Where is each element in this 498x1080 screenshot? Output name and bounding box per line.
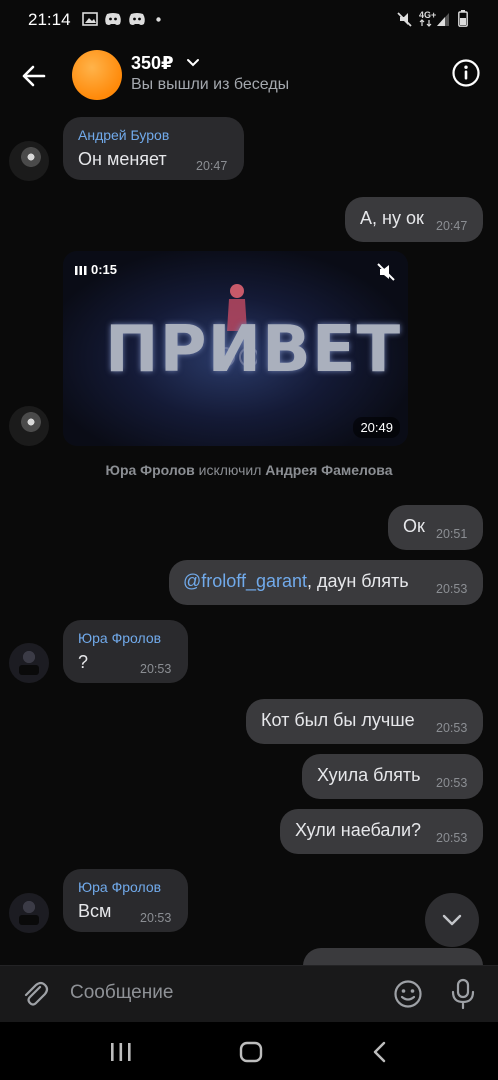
message-sender[interactable]: Андрей Буров	[78, 127, 169, 143]
message-text: Хули наебали?	[295, 820, 422, 840]
message-bubble-incoming[interactable]: Юра Фролов ? 20:53	[63, 620, 188, 683]
system-message: Юра Фролов исключил Андрея Фамелова	[0, 462, 498, 478]
message-time: 20:47	[436, 219, 468, 233]
message-bubble-outgoing[interactable]: А, ну ок 20:47	[345, 197, 483, 242]
data-arrows-icon	[419, 19, 432, 27]
message-time: 20:47	[196, 159, 228, 173]
microphone-icon[interactable]	[450, 978, 476, 1010]
message-text: Хуила блять	[317, 765, 421, 785]
info-icon[interactable]	[451, 58, 481, 88]
message-text: ?	[78, 652, 89, 672]
dot-icon	[156, 17, 161, 22]
message-text: Он меняет	[78, 149, 167, 169]
chat-header: 350₽ Вы вышли из беседы	[0, 40, 498, 110]
avatar[interactable]	[9, 141, 49, 181]
message-bubble-incoming[interactable]: Юра Фролов Всм 20:53	[63, 869, 188, 932]
video-message[interactable]: ПРИВЕТ 0:15 20:49	[63, 251, 408, 446]
message-bubble-outgoing[interactable]: Хули наебали? 20:53	[280, 809, 483, 854]
audio-bars-icon	[75, 266, 87, 275]
avatar[interactable]	[9, 643, 49, 683]
scroll-down-button[interactable]	[425, 893, 479, 947]
video-duration: 0:15	[91, 262, 118, 277]
message-time: 20:53	[140, 911, 172, 925]
system-actor[interactable]: Юра Фролов	[106, 462, 195, 478]
back-nav-icon[interactable]	[372, 1041, 388, 1063]
discord-notify-icon	[129, 13, 145, 25]
message-sender[interactable]: Юра Фролов	[78, 630, 161, 646]
message-bubble-outgoing[interactable]: Кот был бы лучше 20:53	[246, 699, 483, 744]
message-time: 20:53	[436, 582, 468, 596]
smile-icon[interactable]	[393, 979, 423, 1009]
message-time: 20:53	[436, 721, 468, 735]
chevron-down-icon[interactable]	[186, 55, 200, 69]
message-bubble-outgoing[interactable]: Ок 20:51	[388, 505, 483, 550]
home-icon[interactable]	[239, 1041, 263, 1063]
recent-apps-icon[interactable]	[110, 1042, 132, 1062]
chat-subtitle: Вы вышли из беседы	[131, 76, 290, 93]
chat-title[interactable]: 350₽	[131, 53, 174, 74]
chevron-down-icon	[442, 914, 462, 926]
message-time: 20:51	[436, 527, 468, 541]
volume-mute-icon[interactable]	[376, 262, 396, 282]
avatar[interactable]	[9, 406, 49, 446]
message-time: 20:49	[353, 417, 400, 438]
gallery-icon	[82, 12, 98, 26]
discord-icon	[105, 13, 121, 25]
message-bubble-outgoing[interactable]: @froloff_garant, даун блять 20:53	[169, 560, 483, 605]
mute-icon	[397, 12, 412, 27]
system-action: исключил	[198, 462, 262, 478]
message-bubble-outgoing[interactable]: Хуила блять 20:53	[302, 754, 483, 799]
message-text: Ок	[403, 516, 425, 536]
message-text: Кот был бы лучше	[261, 710, 415, 730]
message-time: 20:53	[436, 776, 468, 790]
avatar[interactable]	[9, 893, 49, 933]
message-list[interactable]: Андрей Буров Он меняет 20:47 А, ну ок 20…	[0, 110, 498, 965]
message-input[interactable]: Сообщение	[70, 982, 173, 1004]
message-text: Всм	[78, 901, 112, 921]
message-bubble-outgoing-partial[interactable]	[303, 948, 483, 965]
arrow-left-icon[interactable]	[18, 60, 50, 92]
message-text-rest: , даун блять	[307, 571, 409, 591]
message-bubble-incoming[interactable]: Андрей Буров Он меняет 20:47	[63, 117, 244, 180]
video-caption-word: ПРИВЕТ	[105, 313, 402, 387]
message-text: А, ну ок	[360, 208, 424, 228]
user-mention-link[interactable]: @froloff_garant	[183, 571, 307, 591]
battery-icon	[458, 10, 468, 27]
paperclip-icon[interactable]	[20, 979, 50, 1009]
system-nav-bar	[0, 1022, 498, 1080]
message-time: 20:53	[140, 662, 172, 676]
status-bar: 21:14 4G+	[0, 0, 498, 40]
message-sender[interactable]: Юра Фролов	[78, 879, 161, 895]
message-text: @froloff_garant, даун блять	[183, 571, 409, 592]
status-time: 21:14	[28, 10, 71, 29]
message-composer: Сообщение	[0, 965, 498, 1023]
message-time: 20:53	[436, 831, 468, 845]
signal-icon	[437, 13, 449, 26]
system-target[interactable]: Андрея Фамелова	[265, 462, 392, 478]
chat-avatar[interactable]	[72, 50, 122, 100]
